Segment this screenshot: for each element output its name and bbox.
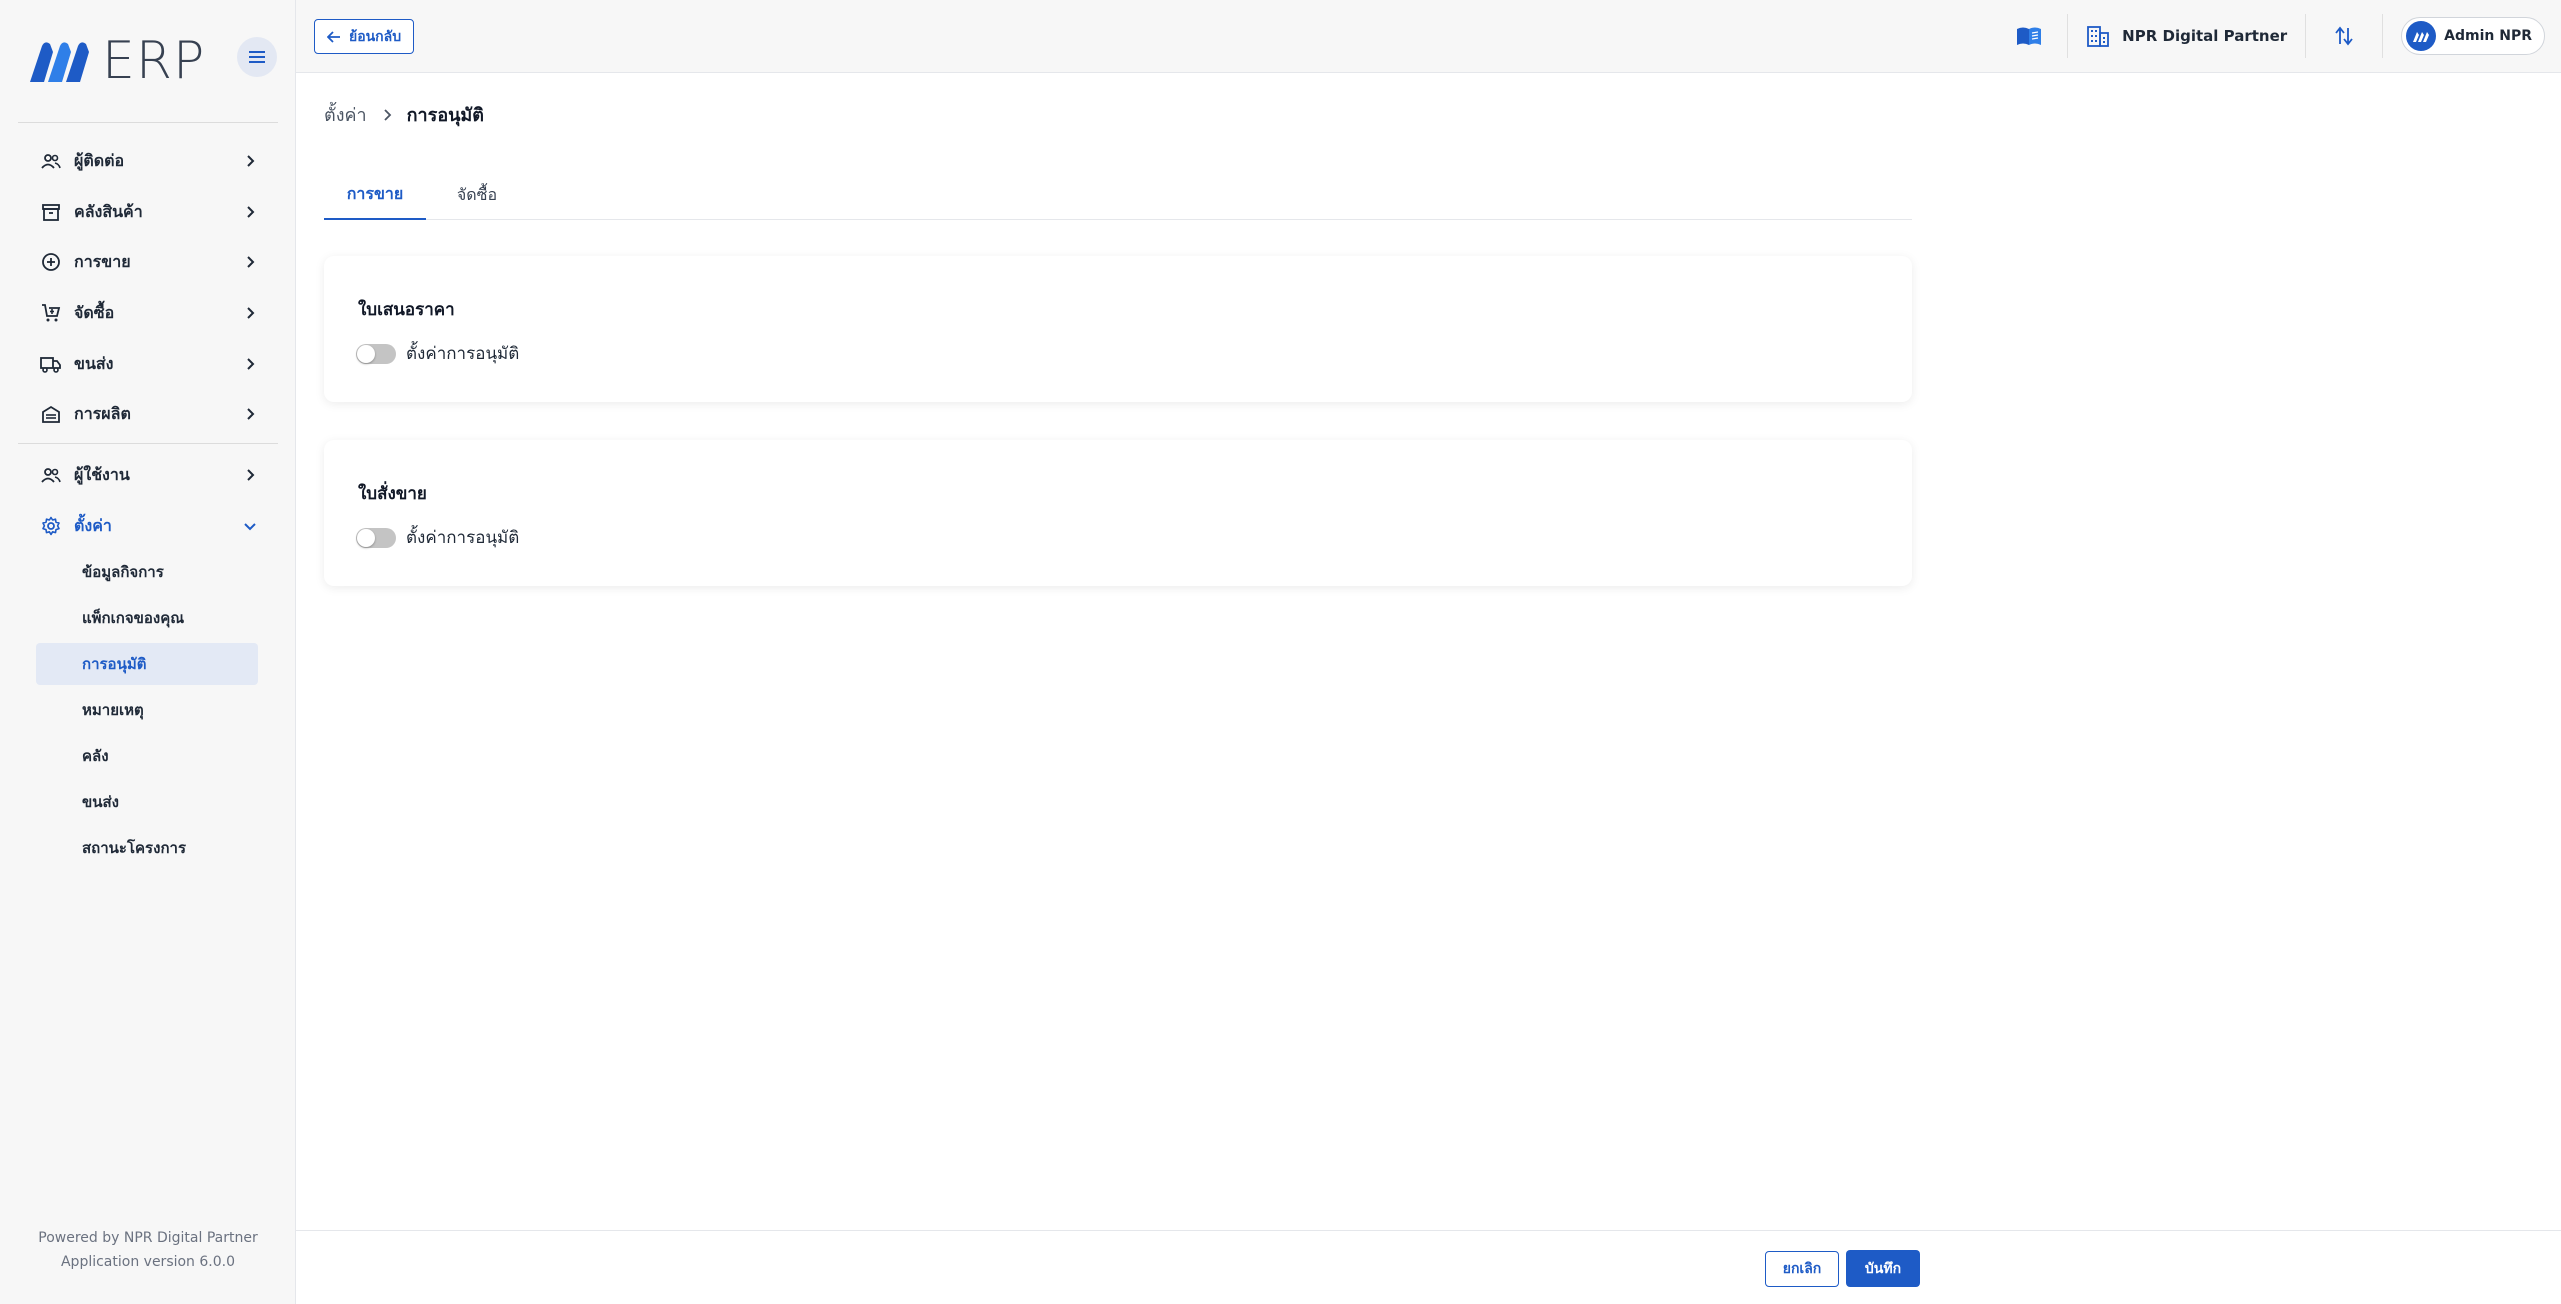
arrow-left-icon (327, 30, 340, 43)
cancel-button[interactable]: ยกเลิก (1765, 1251, 1839, 1287)
book-icon (2017, 27, 2042, 45)
avatar-logo-icon (2413, 32, 2430, 42)
toggle-switch[interactable] (356, 343, 396, 364)
save-button[interactable]: บันทึก (1846, 1250, 1920, 1287)
tab-label: จัดซื้อ (456, 184, 498, 204)
chevron-down-icon (244, 523, 256, 531)
sidebar-item-label: การขาย (74, 251, 131, 271)
sidebar-subitem-approval[interactable]: การอนุมัติ (36, 643, 258, 685)
sidebar-item-inventory[interactable]: คลังสินค้า (40, 192, 270, 232)
chevron-right-icon (247, 155, 255, 167)
toggle-label: ตั้งค่าการอนุมัติ (406, 344, 520, 364)
sidebar-subitem-label: การอนุมัติ (82, 655, 147, 673)
company-selector[interactable]: NPR Digital Partner (2086, 25, 2287, 47)
tab-purchasing[interactable]: จัดซื้อ (426, 170, 528, 220)
sidebar-item-settings[interactable]: ตั้งค่า (40, 506, 270, 546)
tab-sales[interactable]: การขาย (324, 170, 426, 220)
contacts-icon (40, 150, 62, 172)
sidebar-subitem-label: ขนส่ง (82, 793, 119, 811)
sidebar-divider (18, 122, 278, 123)
topbar-separator (2067, 14, 2069, 58)
sidebar: ERP ผู้ติดต่อ คลังสินค้า การขาย จัดซื้อ (0, 0, 296, 1304)
logo-mark-icon (30, 42, 89, 82)
hamburger-icon (249, 56, 265, 58)
sidebar-item-label: จัดซื้อ (74, 302, 115, 322)
card-title: ใบสั่งขาย (358, 484, 427, 504)
sidebar-subitem-label: คลัง (82, 747, 109, 765)
archive-icon (40, 201, 62, 223)
tab-label: การขาย (346, 183, 404, 203)
sidebar-subitem-label: แพ็กเกจของคุณ (82, 609, 185, 627)
sidebar-item-users[interactable]: ผู้ใช้งาน (40, 455, 270, 495)
breadcrumb: ตั้งค่า การอนุมัติ (324, 100, 484, 129)
breadcrumb-parent[interactable]: ตั้งค่า (324, 100, 367, 129)
user-name: Admin NPR (2444, 28, 2532, 44)
topbar-separator (2382, 14, 2384, 58)
avatar (2406, 21, 2437, 51)
sidebar-subitem-label: หมายเหตุ (82, 701, 144, 719)
app-logo[interactable]: ERP (26, 31, 205, 91)
top-bar: ย้อนกลับ NPR Digital Partner Admin NPR (296, 0, 2561, 73)
swap-vertical-icon (2335, 26, 2353, 46)
sidebar-subitem-warehouse[interactable]: คลัง (36, 735, 258, 777)
sidebar-item-label: ขนส่ง (74, 353, 114, 373)
chevron-right-icon (247, 206, 255, 218)
sales-order-approval-card: ใบสั่งขาย ตั้งค่าการอนุมัติ (324, 440, 1912, 586)
quotation-approval-card: ใบเสนอราคา ตั้งค่าการอนุมัติ (324, 256, 1912, 402)
chevron-right-icon (247, 358, 255, 370)
quotation-approval-toggle[interactable]: ตั้งค่าการอนุมัติ (356, 340, 519, 367)
chevron-right-icon (384, 108, 391, 121)
card-title: ใบเสนอราคา (358, 300, 455, 320)
powered-by-text: Powered by NPR Digital Partner (38, 1230, 258, 1246)
sidebar-item-label: ผู้ติดต่อ (74, 150, 125, 170)
chevron-right-icon (247, 408, 255, 420)
building-icon (2087, 26, 2110, 47)
sidebar-divider (18, 443, 278, 444)
top-right-actions: NPR Digital Partner Admin NPR (2009, 14, 2545, 58)
toggle-switch[interactable] (356, 527, 396, 548)
sidebar-item-label: การผลิต (74, 403, 131, 423)
sidebar-item-label: คลังสินค้า (74, 201, 143, 221)
breadcrumb-current: การอนุมัติ (406, 105, 484, 126)
action-bar: ยกเลิก บันทึก (296, 1230, 2561, 1304)
truck-icon (40, 353, 62, 375)
sidebar-subitem-remarks[interactable]: หมายเหตุ (36, 689, 258, 731)
sidebar-item-label: ผู้ใช้งาน (74, 464, 130, 484)
sidebar-subitem-label: สถานะโครงการ (82, 839, 187, 857)
sidebar-item-contacts[interactable]: ผู้ติดต่อ (40, 141, 270, 181)
manual-button[interactable] (2009, 16, 2049, 56)
chevron-right-icon (247, 307, 255, 319)
sidebar-item-sales[interactable]: การขาย (40, 242, 270, 282)
sidebar-subitem-shipping[interactable]: ขนส่ง (36, 781, 258, 823)
chevron-right-icon (247, 469, 255, 481)
sidebar-item-label: ตั้งค่า (74, 515, 112, 535)
sidebar-item-purchasing[interactable]: จัดซื้อ (40, 293, 270, 333)
logo-text: ERP (102, 31, 206, 91)
sidebar-item-shipping[interactable]: ขนส่ง (40, 344, 270, 384)
sidebar-item-production[interactable]: การผลิต (40, 394, 270, 434)
sidebar-subitem-business-info[interactable]: ข้อมูลกิจการ (36, 551, 258, 593)
sidebar-subitem-label: ข้อมูลกิจการ (82, 563, 164, 581)
switch-company-button[interactable] (2324, 16, 2364, 56)
toggle-label: ตั้งค่าการอนุมัติ (406, 528, 520, 548)
chevron-right-icon (247, 256, 255, 268)
sales-order-approval-toggle[interactable]: ตั้งค่าการอนุมัติ (356, 524, 519, 551)
back-button-label: ย้อนกลับ (349, 28, 402, 45)
plus-circle-icon (40, 251, 62, 273)
tab-bar: การขาย จัดซื้อ (324, 170, 1912, 220)
user-menu-button[interactable]: Admin NPR (2401, 17, 2545, 55)
sidebar-subitem-package[interactable]: แพ็กเกจของคุณ (36, 597, 258, 639)
topbar-separator (2305, 14, 2307, 58)
users-icon (40, 464, 62, 486)
sidebar-subitem-project-status[interactable]: สถานะโครงการ (36, 827, 258, 869)
menu-toggle-button[interactable] (237, 37, 277, 77)
app-version-text: Application version 6.0.0 (60, 1254, 236, 1270)
gear-icon (40, 515, 62, 537)
company-name: NPR Digital Partner (2122, 27, 2288, 45)
back-button[interactable]: ย้อนกลับ (314, 19, 415, 54)
cart-icon (40, 302, 62, 324)
factory-icon (40, 403, 62, 425)
